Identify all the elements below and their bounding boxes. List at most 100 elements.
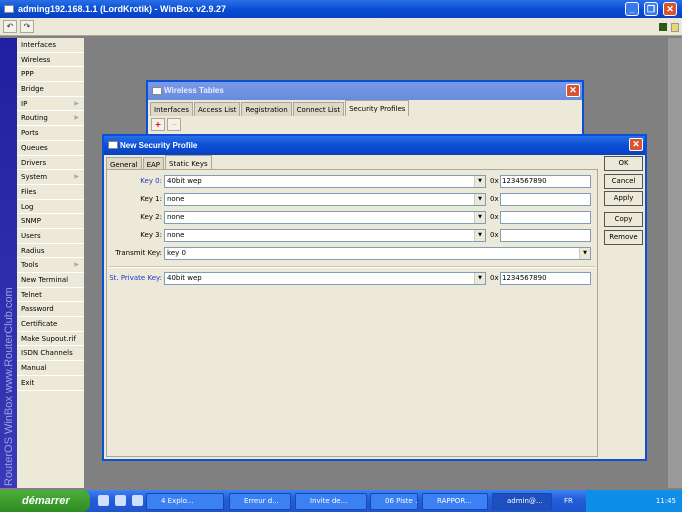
undo-button[interactable]: ↶ — [3, 20, 17, 33]
st-private-key-select[interactable]: 40bit wep ▼ — [164, 272, 486, 285]
key-3-value: none — [167, 231, 185, 239]
transmit-key-label: Transmit Key: — [115, 249, 162, 257]
st-private-key-hex-prefix: 0x — [490, 274, 499, 282]
add-button[interactable]: + — [151, 118, 165, 131]
sidebar-item-tools[interactable]: Tools ▶ — [17, 258, 84, 273]
sidebar-item-ports[interactable]: Ports — [17, 126, 84, 141]
minimize-button[interactable]: _ — [625, 2, 639, 16]
start-button[interactable]: démarrer — [0, 490, 90, 512]
key-1-hex-input[interactable] — [500, 193, 591, 206]
copy-button[interactable]: Copy — [604, 212, 643, 227]
remove-button[interactable]: − — [167, 118, 181, 131]
sidebar-item-radius[interactable]: Radius — [17, 244, 84, 259]
sidebar-item-label: Wireless — [21, 55, 51, 64]
sidebar-item-label: Make Supout.rif — [21, 334, 76, 343]
static-keys-panel: Key 0: 40bit wep ▼ 0x 1234567890 Key 1: none ▼ 0… — [106, 169, 598, 457]
window-icon — [4, 5, 14, 13]
key-0-row: Key 0: 40bit wep ▼ 0x 1234567890 — [107, 175, 599, 188]
dialog-titlebar: New Security Profile ✕ — [104, 136, 645, 155]
taskbar-item[interactable]: 4 Explo... — [146, 493, 224, 510]
chevron-down-icon[interactable]: ▼ — [474, 230, 485, 241]
apply-button[interactable]: Apply — [604, 191, 643, 206]
chevron-down-icon[interactable]: ▼ — [579, 248, 590, 259]
language-indicator[interactable]: FR — [564, 490, 573, 512]
sidebar-item-log[interactable]: Log — [17, 200, 84, 215]
chevron-down-icon[interactable]: ▼ — [474, 194, 485, 205]
quick-launch-icon[interactable] — [98, 495, 109, 506]
sidebar-item-bridge[interactable]: Bridge — [17, 82, 84, 97]
taskbar-item[interactable]: admin@... — [492, 493, 552, 510]
sidebar-item-make-supout-rif[interactable]: Make Supout.rif — [17, 332, 84, 347]
sidebar-item-label: Interfaces — [21, 41, 56, 49]
ok-button[interactable]: OK — [604, 156, 643, 171]
chevron-down-icon[interactable]: ▼ — [474, 273, 485, 284]
sidebar-item-files[interactable]: Files — [17, 185, 84, 200]
taskbar-item[interactable]: 06 Piste ... — [370, 493, 418, 510]
tab-access-list[interactable]: Access List — [194, 102, 241, 116]
sidebar-item-users[interactable]: Users — [17, 229, 84, 244]
sidebar-item-interfaces[interactable]: Interfaces — [17, 38, 84, 53]
window-icon — [152, 87, 162, 95]
sidebar-item-label: Files — [21, 187, 37, 196]
key-1-label: Key 1: — [140, 195, 162, 203]
close-button[interactable]: ✕ — [663, 2, 677, 16]
sidebar-item-label: New Terminal — [21, 276, 69, 284]
sidebar-item-label: PPP — [21, 70, 34, 79]
restore-button[interactable]: ❐ — [644, 2, 658, 16]
sidebar-item-telnet[interactable]: Telnet — [17, 288, 84, 303]
chevron-down-icon[interactable]: ▼ — [474, 212, 485, 223]
taskbar-item[interactable]: Invite de... — [295, 493, 367, 510]
quick-launch-icon[interactable] — [115, 495, 126, 506]
sidebar-item-snmp[interactable]: SNMP — [17, 214, 84, 229]
sidebar-item-wireless[interactable]: Wireless — [17, 53, 84, 68]
key-2-hex-input[interactable] — [500, 211, 591, 224]
key-2-row: Key 2: none ▼ 0x — [107, 211, 599, 224]
sidebar-item-drivers[interactable]: Drivers — [17, 156, 84, 171]
sidebar-item-label: Log — [21, 202, 34, 211]
transmit-key-value: key 0 — [167, 249, 186, 257]
st-private-key-label: St. Private Key: — [109, 274, 162, 282]
tab-connect-list[interactable]: Connect List — [292, 102, 345, 116]
key-1-select[interactable]: none ▼ — [164, 193, 486, 206]
sidebar-item-isdn-channels[interactable]: ISDN Channels — [17, 346, 84, 362]
sidebar-item-label: Routing — [21, 114, 48, 123]
sidebar-brand-strip: RouterOS WinBox www.RouterClub.com — [0, 38, 17, 488]
submenu-arrow-icon: ▶ — [74, 99, 79, 107]
st-private-key-hex-input[interactable]: 1234567890 — [500, 272, 591, 285]
cancel-button[interactable]: Cancel — [604, 174, 643, 189]
key-1-value: none — [167, 195, 185, 203]
st-private-key-value: 40bit wep — [167, 274, 202, 282]
sidebar-item-routing[interactable]: Routing ▶ — [17, 111, 84, 127]
wireless-tables-title: Wireless Tables — [164, 86, 224, 95]
transmit-key-select[interactable]: key 0 ▼ — [164, 247, 591, 260]
taskbar-item[interactable]: Erreur d... — [229, 493, 291, 510]
key-3-select[interactable]: none ▼ — [164, 229, 486, 242]
sidebar-item-certificate[interactable]: Certificate — [17, 317, 84, 332]
window-title: adming192.168.1.1 (LordKrotik) - WinBox … — [18, 4, 226, 14]
tab-registration[interactable]: Registration — [241, 102, 292, 116]
key-2-select[interactable]: none ▼ — [164, 211, 486, 224]
wireless-tables-close-button[interactable]: ✕ — [566, 84, 580, 97]
sidebar-item-system[interactable]: System ▶ — [17, 170, 84, 185]
sidebar-item-exit[interactable]: Exit — [17, 376, 84, 391]
tab-security-profiles[interactable]: Security Profiles — [345, 100, 410, 116]
sidebar-item-label: Password — [21, 305, 54, 314]
redo-button[interactable]: ↷ — [20, 20, 34, 33]
remove-profile-button[interactable]: Remove — [604, 230, 643, 245]
key-0-value: 40bit wep — [167, 177, 202, 185]
key-3-hex-input[interactable] — [500, 229, 591, 242]
sidebar-item-ppp[interactable]: PPP — [17, 67, 84, 83]
key-0-hex-input[interactable]: 1234567890 — [500, 175, 591, 188]
sidebar-item-password[interactable]: Password — [17, 302, 84, 318]
sidebar-item-manual[interactable]: Manual — [17, 361, 84, 376]
key-0-select[interactable]: 40bit wep ▼ — [164, 175, 486, 188]
sidebar-item-new-terminal[interactable]: New Terminal — [17, 273, 84, 288]
chevron-down-icon[interactable]: ▼ — [474, 176, 485, 187]
ie-icon[interactable] — [132, 495, 143, 506]
sidebar-item-queues[interactable]: Queues — [17, 141, 84, 156]
taskbar-item[interactable]: RAPPOR... — [422, 493, 488, 510]
dialog-close-button[interactable]: ✕ — [629, 138, 643, 151]
separator — [109, 266, 595, 268]
tab-interfaces[interactable]: Interfaces — [150, 102, 193, 116]
sidebar-item-ip[interactable]: IP ▶ — [17, 97, 84, 112]
